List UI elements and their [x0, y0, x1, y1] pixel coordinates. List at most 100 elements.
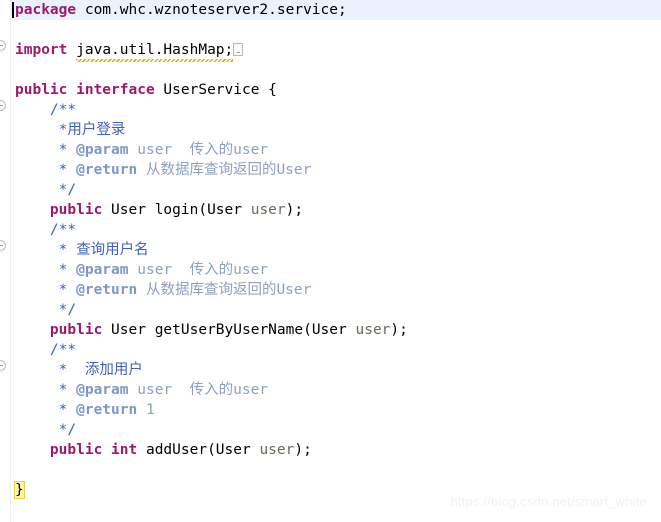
line-package[interactable]: package com.whc.wznoteserver2.service;: [0, 0, 661, 20]
token: 用户登录: [67, 122, 126, 138]
token: *: [15, 382, 77, 398]
text-caret: [12, 2, 14, 18]
token: @param: [76, 262, 129, 278]
line-text: package com.whc.wznoteserver2.service;: [12, 0, 347, 20]
watermark: https://blog.csdn.net/smart_white: [450, 494, 647, 509]
token: @param: [76, 382, 129, 398]
line-javadoc-close-3[interactable]: */: [12, 420, 661, 440]
line-text: * @return 从数据库查询返回的User: [12, 160, 312, 180]
line-javadoc-summary-adduser[interactable]: * 添加用户: [12, 360, 661, 380]
line-javadoc-return-adduser[interactable]: * @return 1: [12, 400, 661, 420]
token: addUser(User: [137, 442, 260, 458]
line-javadoc-open-2[interactable]: /**: [12, 220, 661, 240]
line-text: /**: [12, 340, 76, 360]
token: 查询用户名: [76, 242, 149, 258]
token: *: [15, 242, 77, 258]
line-text: /**: [12, 100, 76, 120]
line-text: *用户登录: [12, 120, 126, 140]
line-javadoc-param-login[interactable]: * @param user 传入的user: [12, 140, 661, 160]
token: user: [259, 442, 295, 458]
token: com.whc.wznoteserver2.service;: [76, 2, 347, 18]
fold-marker-import[interactable]: [0, 40, 6, 51]
unused-import-warning: java.util.HashMap;: [76, 42, 234, 62]
line-method-getuserbyusername[interactable]: public User getUserByUserName(User user)…: [12, 320, 661, 340]
line-javadoc-open-3[interactable]: /**: [12, 340, 661, 360]
line-javadoc-return-login[interactable]: * @return 从数据库查询返回的User: [12, 160, 661, 180]
token: 从数据库查询返回的User: [137, 162, 312, 178]
token: import: [15, 42, 68, 58]
token: user: [355, 322, 391, 338]
token: User getUserByUserName(User: [102, 322, 356, 338]
code-content[interactable]: package com.whc.wznoteserver2.service; im…: [0, 0, 661, 522]
line-text: * @param user 传入的user: [12, 380, 268, 400]
token: }: [14, 481, 25, 499]
line-interface-decl[interactable]: public interface UserService {: [12, 80, 661, 100]
token: @return: [76, 282, 138, 298]
line-import[interactable]: import java.util.HashMap;: [12, 40, 661, 62]
line-text: */: [12, 180, 76, 200]
collapsed-region-chip[interactable]: [233, 43, 244, 56]
token: *: [15, 262, 77, 278]
token: @return: [76, 162, 138, 178]
code-editor[interactable]: package com.whc.wznoteserver2.service; im…: [0, 0, 661, 522]
line-javadoc-open-1[interactable]: /**: [12, 100, 661, 120]
line-javadoc-close-1[interactable]: */: [12, 180, 661, 200]
line-text: */: [12, 420, 76, 440]
token: */: [15, 422, 77, 438]
token: */: [15, 182, 77, 198]
token: /**: [15, 342, 77, 358]
token: 添加用户: [84, 362, 143, 378]
token: public int: [49, 442, 138, 458]
line-text: * 添加用户: [12, 360, 143, 380]
token: user 传入的user: [128, 382, 269, 398]
token: *: [15, 362, 85, 378]
line-javadoc-close-2[interactable]: */: [12, 300, 661, 320]
token: *: [15, 162, 77, 178]
editor-gutter[interactable]: [0, 0, 11, 522]
token: user: [250, 202, 286, 218]
token: public: [49, 202, 103, 218]
fold-marker-interface[interactable]: [0, 100, 6, 111]
line-text: }: [12, 480, 25, 500]
token: );: [285, 202, 304, 218]
line-text: import java.util.HashMap;: [12, 40, 244, 62]
line-javadoc-return-getuserbyusername[interactable]: * @return 从数据库查询返回的User: [12, 280, 661, 300]
line-method-login[interactable]: public User login(User user);: [12, 200, 661, 220]
line-text: * @param user 传入的user: [12, 260, 268, 280]
line-text: * 查询用户名: [12, 240, 149, 260]
token: @return: [76, 402, 138, 418]
token: 从数据库查询返回的User: [137, 282, 312, 298]
token: @param: [76, 142, 129, 158]
line-text: public User getUserByUserName(User user)…: [12, 320, 408, 340]
line-blank-1[interactable]: [12, 20, 661, 40]
token: *: [15, 122, 68, 138]
fold-marker-method-login[interactable]: [0, 240, 6, 251]
line-javadoc-summary-login[interactable]: *用户登录: [12, 120, 661, 140]
token: user 传入的user: [128, 262, 269, 278]
token: );: [390, 322, 408, 338]
token: *: [15, 282, 77, 298]
line-javadoc-summary-getuserbyusername[interactable]: * 查询用户名: [12, 240, 661, 260]
token: );: [294, 442, 312, 458]
line-javadoc-param-getuserbyusername[interactable]: * @param user 传入的user: [12, 260, 661, 280]
token: public: [49, 322, 103, 338]
line-text: * @param user 传入的user: [12, 140, 268, 160]
token: */: [15, 302, 77, 318]
line-blank-2[interactable]: [12, 60, 661, 80]
line-method-adduser[interactable]: public int addUser(User user);: [12, 440, 661, 460]
token: /**: [15, 222, 77, 238]
line-text: */: [12, 300, 76, 320]
token: /**: [15, 102, 77, 118]
line-javadoc-param-adduser[interactable]: * @param user 传入的user: [12, 380, 661, 400]
line-text: * @return 1: [12, 400, 155, 420]
token: package: [15, 2, 77, 18]
token: User login(User: [102, 202, 251, 218]
token: 1: [137, 402, 155, 418]
line-text: public int addUser(User user);: [12, 440, 312, 460]
fold-marker-method-getuserbyusername[interactable]: [0, 360, 6, 371]
line-blank-3[interactable]: [12, 460, 661, 480]
